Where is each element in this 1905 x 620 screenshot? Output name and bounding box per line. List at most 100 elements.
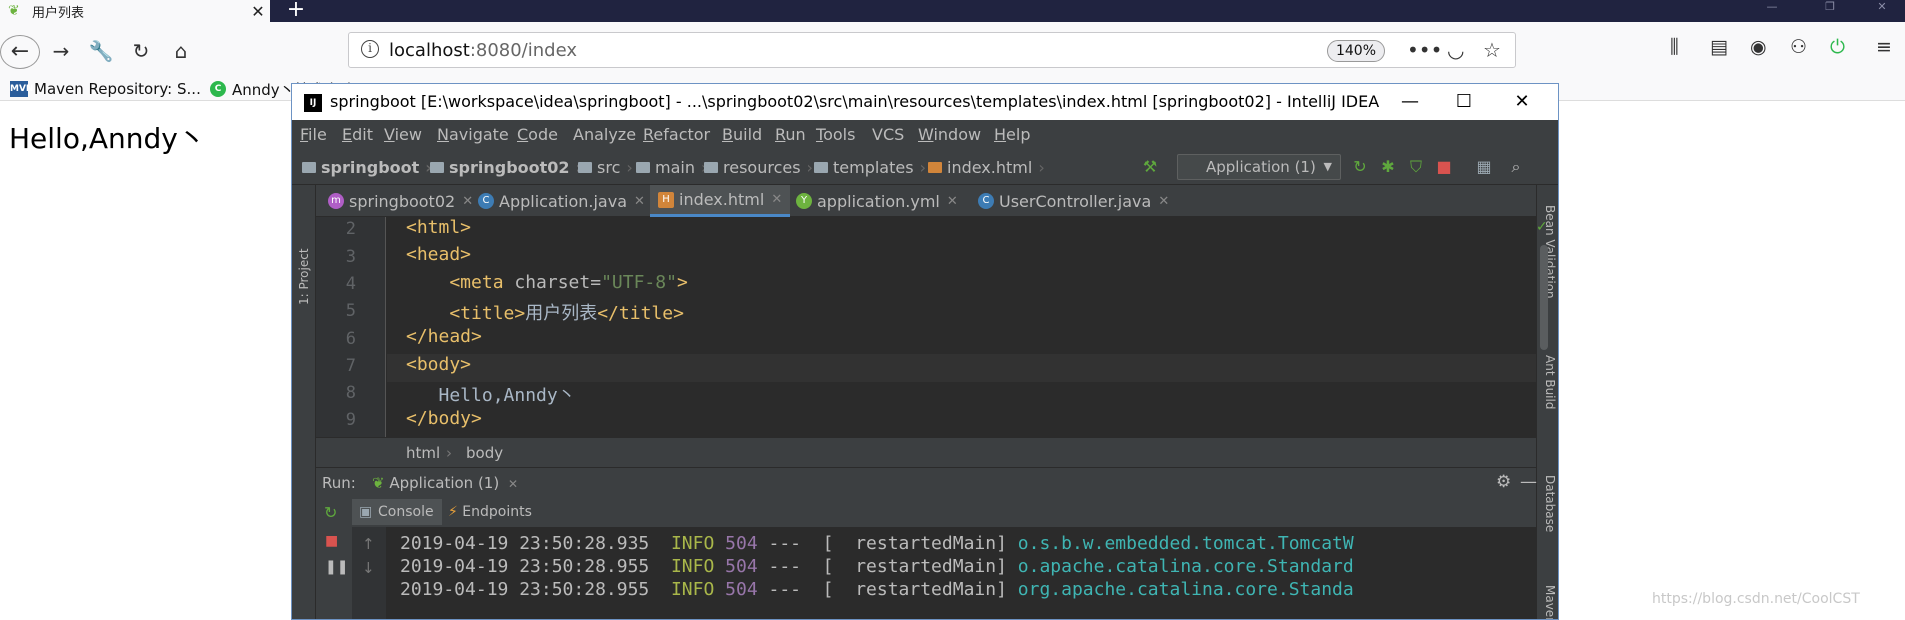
close-window-icon[interactable]: ✕: [1862, 0, 1902, 14]
menu-refactor[interactable]: Refactor: [643, 125, 710, 144]
inspection-ok-icon: ✓: [1536, 219, 1548, 235]
folder-icon: [814, 162, 828, 173]
browser-tab-bar: ❦ 用户列表 ✕ + — ❐ ✕: [0, 0, 1905, 22]
crumb-resources[interactable]: resources ›: [704, 158, 813, 177]
close-tab-icon[interactable]: ✕: [634, 194, 645, 209]
tab-index-html[interactable]: Hindex.html ✕: [650, 185, 791, 217]
forward-button[interactable]: →: [46, 36, 76, 66]
project-structure-icon[interactable]: ▦: [1474, 157, 1494, 177]
info-icon[interactable]: i: [361, 40, 379, 58]
arrow-down-icon[interactable]: ↓: [362, 559, 375, 577]
restore-icon[interactable]: ❐: [1810, 0, 1850, 14]
path-separator: ›: [446, 444, 452, 462]
menu-file[interactable]: File: [300, 125, 327, 144]
browser-tab[interactable]: ❦ 用户列表 ✕: [0, 0, 270, 22]
menu-view[interactable]: View: [384, 125, 422, 144]
home-button[interactable]: ⌂: [166, 36, 196, 66]
menu-run[interactable]: Run: [775, 125, 806, 144]
page-actions-icon[interactable]: •••: [1407, 38, 1442, 62]
menu-vcs[interactable]: VCS: [872, 125, 904, 144]
crumb-templates[interactable]: templates ›: [814, 158, 926, 177]
left-tool-strip: 1: Project: [292, 185, 316, 619]
crumb-src[interactable]: src ›: [578, 158, 633, 177]
maven-tab[interactable]: Maven: [1541, 585, 1558, 619]
menu-icon[interactable]: ≡: [1876, 36, 1892, 58]
power-icon[interactable]: ⏻: [1830, 36, 1845, 58]
console-tab[interactable]: ▣ Console: [352, 499, 442, 525]
menu-edit[interactable]: Edit: [342, 125, 373, 144]
menu-build[interactable]: Build: [722, 125, 762, 144]
java-class-icon: C: [978, 193, 994, 209]
rerun-icon[interactable]: ↻: [324, 503, 337, 522]
close-tab-icon[interactable]: ✕: [947, 194, 958, 209]
endpoints-icon: ⚡: [448, 504, 458, 520]
endpoints-tab[interactable]: ⚡ Endpoints: [448, 499, 532, 525]
run-tool-header: Run: ❦ Application (1) ✕ ⚙ —: [316, 467, 1537, 497]
run-tab-application[interactable]: ❦ Application (1) ✕: [372, 474, 518, 492]
close-tab-icon[interactable]: ✕: [771, 192, 782, 207]
ide-close-icon[interactable]: ✕: [1502, 89, 1542, 115]
tab-application-yml[interactable]: Yapplication.yml ✕: [788, 185, 966, 217]
console-output[interactable]: 2019-04-19 23:50:28.935 INFO 504 --- [ r…: [386, 527, 1536, 619]
reload-button[interactable]: ↻: [126, 36, 156, 66]
crumb-index-html[interactable]: index.html ›: [928, 158, 1045, 177]
ant-build-tab[interactable]: Ant Build: [1541, 355, 1558, 435]
url-text[interactable]: localhost:8080/index: [389, 40, 577, 61]
wrench-icon[interactable]: 🔧: [86, 36, 116, 66]
tab-user-controller-java[interactable]: C UserController.java ✕: [970, 185, 1177, 217]
pause-icon[interactable]: ❚❚: [325, 559, 348, 575]
bookmark-maven[interactable]: MVN Maven Repository: S...: [10, 79, 201, 99]
close-tab-icon[interactable]: ✕: [1158, 194, 1169, 209]
stop-icon[interactable]: ■: [1434, 157, 1454, 177]
tab-close-icon[interactable]: ✕: [246, 2, 270, 21]
path-body[interactable]: body: [466, 444, 503, 462]
ide-minimize-icon[interactable]: —: [1390, 89, 1430, 115]
tab-springboot02[interactable]: m springboot02 ✕: [320, 185, 481, 217]
library-icon[interactable]: ⫼: [1670, 36, 1679, 58]
menu-tools[interactable]: Tools: [816, 125, 855, 144]
hide-icon[interactable]: —: [1520, 472, 1537, 492]
editor-tabs: m springboot02 ✕ C Application.java ✕ Hindex…: [316, 185, 1536, 217]
editor-scrollbar[interactable]: [1540, 245, 1548, 350]
zoom-badge[interactable]: 140%: [1327, 40, 1385, 62]
crumb-springboot02[interactable]: springboot02›: [430, 158, 582, 177]
database-tab[interactable]: Database: [1541, 475, 1558, 555]
log-line: 2019-04-19 23:50:28.935 INFO 504 --- [ r…: [400, 533, 1354, 554]
sidebar-icon[interactable]: ▤: [1710, 36, 1728, 58]
project-tool-tab[interactable]: 1: Project: [295, 245, 313, 305]
account-icon[interactable]: ◉: [1750, 36, 1767, 58]
menu-code[interactable]: Code: [517, 125, 558, 144]
ide-window-title: springboot [E:\workspace\idea\springboot…: [330, 92, 1380, 111]
run-configuration-select[interactable]: Application (1) ▼: [1177, 154, 1341, 180]
back-button[interactable]: ←: [0, 35, 40, 69]
stop-icon[interactable]: ■: [325, 533, 338, 549]
coverage-icon[interactable]: ⛉: [1406, 157, 1426, 177]
crumb-main[interactable]: main›: [636, 158, 707, 177]
minimize-icon[interactable]: —: [1752, 0, 1792, 14]
menu-navigate[interactable]: Navigate: [437, 125, 509, 144]
gear-icon[interactable]: ⚙: [1496, 472, 1511, 492]
crumb-springboot[interactable]: springboot ›: [302, 158, 432, 177]
hello-text: Hello,Anndy丶: [9, 122, 206, 155]
tab-application-java[interactable]: C Application.java ✕: [470, 185, 653, 217]
path-html[interactable]: html: [406, 444, 440, 462]
search-icon[interactable]: ⌕: [1506, 157, 1526, 177]
menu-help[interactable]: Help: [994, 125, 1030, 144]
ide-maximize-icon[interactable]: ☐: [1444, 89, 1484, 115]
extension-icon[interactable]: ⚇: [1790, 36, 1807, 58]
code-editor[interactable]: 2 3 4 5 6 7 8 9 <html> <head> <meta char…: [316, 217, 1548, 437]
folder-icon: [302, 162, 316, 173]
close-tab-icon[interactable]: ✕: [508, 477, 518, 491]
build-hammer-icon[interactable]: ⚒: [1140, 157, 1160, 177]
debug-bug-icon[interactable]: ✱: [1378, 157, 1398, 177]
url-bar[interactable]: i localhost:8080/index 140% ••• ◡ ☆: [348, 32, 1516, 68]
pocket-icon[interactable]: ◡: [1447, 38, 1464, 62]
new-tab-button[interactable]: +: [284, 0, 308, 22]
arrow-up-icon[interactable]: ↑: [362, 535, 375, 553]
menu-analyze[interactable]: Analyze: [573, 125, 636, 144]
rerun-icon[interactable]: ↻: [1350, 157, 1370, 177]
menu-window[interactable]: Window: [918, 125, 981, 144]
bookmark-star-icon[interactable]: ☆: [1483, 38, 1501, 62]
code-line: <body>: [406, 354, 472, 375]
code-line: <meta charset="UTF-8">: [406, 272, 688, 293]
